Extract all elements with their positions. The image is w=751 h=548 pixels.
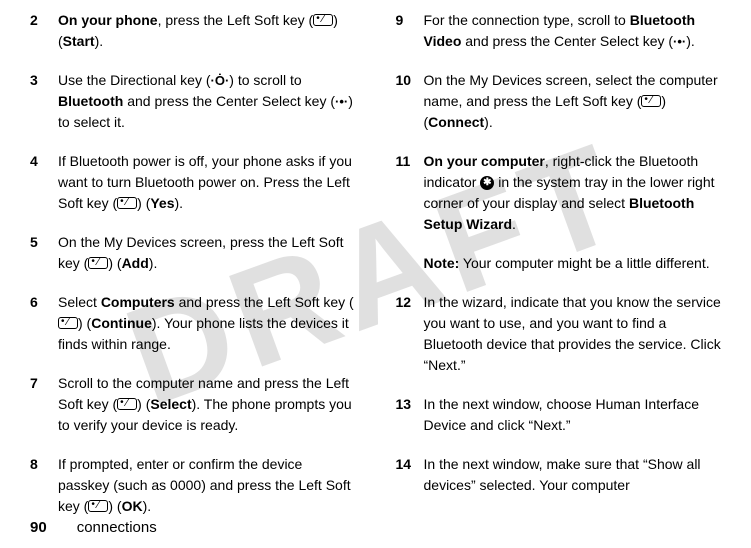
step-text: In the next window, choose Human Interfa… [424, 394, 722, 436]
step-number: 5 [30, 232, 58, 274]
instruction-step: 13In the next window, choose Human Inter… [396, 394, 722, 436]
step-text: If prompted, enter or confirm the device… [58, 454, 356, 517]
step-number: 12 [396, 292, 424, 376]
instruction-step: 5On the My Devices screen, press the Lef… [30, 232, 356, 274]
step-text: If Bluetooth power is off, your phone as… [58, 151, 356, 214]
step-number: 11 [396, 151, 424, 235]
page-content: 2On your phone, press the Left Soft key … [0, 0, 751, 500]
step-text: On your computer, right-click the Blueto… [424, 151, 722, 235]
instruction-step: 12In the wizard, indicate that you know … [396, 292, 722, 376]
step-text: In the next window, make sure that “Show… [424, 454, 722, 496]
step-number: 4 [30, 151, 58, 214]
page-number: 90 [30, 519, 47, 536]
page-footer: 90 connections [30, 519, 157, 536]
step-number: 6 [30, 292, 58, 355]
instruction-step: 7Scroll to the computer name and press t… [30, 373, 356, 436]
step-number: 9 [396, 10, 424, 52]
instruction-step: 6Select Computers and press the Left Sof… [30, 292, 356, 355]
step-number: 3 [30, 70, 58, 133]
step-text: Scroll to the computer name and press th… [58, 373, 356, 436]
step-text: On your phone, press the Left Soft key (… [58, 10, 356, 52]
step-text: Use the Directional key (·Ȯ·) to scroll … [58, 70, 356, 133]
step-number: 14 [396, 454, 424, 496]
step-text: Select Computers and press the Left Soft… [58, 292, 356, 355]
instruction-step: 11On your computer, right-click the Blue… [396, 151, 722, 235]
instruction-step: 14In the next window, make sure that “Sh… [396, 454, 722, 496]
section-title: connections [77, 519, 157, 536]
step-text: For the connection type, scroll to Bluet… [424, 10, 722, 52]
step-number: 10 [396, 70, 424, 133]
left-column: 2On your phone, press the Left Soft key … [30, 10, 356, 500]
step-number: 8 [30, 454, 58, 517]
instruction-step: 2On your phone, press the Left Soft key … [30, 10, 356, 52]
instruction-step: 10On the My Devices screen, select the c… [396, 70, 722, 133]
instruction-step: 4If Bluetooth power is off, your phone a… [30, 151, 356, 214]
right-column: 9For the connection type, scroll to Blue… [396, 10, 722, 500]
step-text: In the wizard, indicate that you know th… [424, 292, 722, 376]
step-number: 2 [30, 10, 58, 52]
step-text: On the My Devices screen, press the Left… [58, 232, 356, 274]
note-block: Note: Your computer might be a little di… [424, 253, 722, 274]
step-number: 13 [396, 394, 424, 436]
instruction-step: 8If prompted, enter or confirm the devic… [30, 454, 356, 517]
instruction-step: 3Use the Directional key (·Ȯ·) to scroll… [30, 70, 356, 133]
step-number: 7 [30, 373, 58, 436]
instruction-step: 9For the connection type, scroll to Blue… [396, 10, 722, 52]
step-text: On the My Devices screen, select the com… [424, 70, 722, 133]
